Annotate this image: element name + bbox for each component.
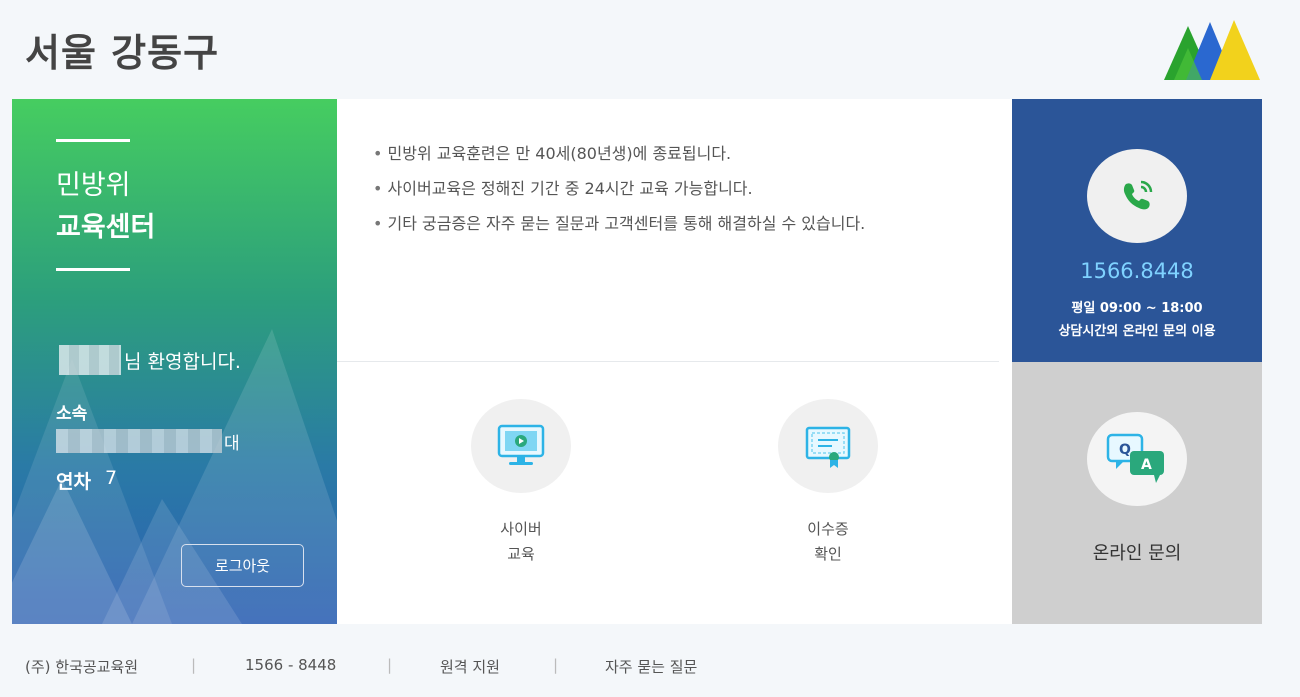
year-value: 7 — [105, 467, 118, 489]
cyber-education-icon-circle — [471, 399, 571, 493]
online-inquiry-label: 온라인 문의 — [1092, 543, 1182, 564]
mountain-logo-icon — [1164, 20, 1260, 80]
cyber-education-label-line1: 사이버 — [500, 520, 542, 538]
certificate-check-button[interactable]: 이수증 확인 — [768, 399, 888, 567]
notice-item: 민방위 교육훈련은 만 40세(80년생)에 종료됩니다. — [373, 143, 865, 178]
page-title: 서울 강동구 — [25, 31, 220, 75]
monitor-play-icon — [497, 424, 545, 465]
user-name-redacted — [59, 345, 121, 375]
call-center-hours: 평일 09:00 ~ 18:00 — [1071, 301, 1203, 316]
footer-faq-link[interactable]: 자주 묻는 질문 — [605, 656, 697, 677]
certificate-label: 이수증 확인 — [768, 517, 888, 567]
certificate-label-line1: 이수증 — [807, 520, 849, 538]
footer-phone-link[interactable]: 1566 - 8448 — [245, 656, 336, 674]
notice-item: 사이버교육은 정해진 기간 중 24시간 교육 가능합니다. — [373, 178, 865, 213]
certificate-icon — [805, 426, 851, 468]
qa-icon-circle: Q A — [1087, 412, 1187, 506]
center-title-line2: 교육센터 — [56, 212, 156, 243]
content-divider — [337, 361, 999, 362]
welcome-text: 님 환영합니다. — [124, 351, 241, 373]
year-label: 연차 — [56, 471, 91, 493]
call-center-panel: 1566.8448 평일 09:00 ~ 18:00 상담시간외 온라인 문의 … — [1012, 99, 1262, 362]
footer-remote-support-link[interactable]: 원격 지원 — [440, 656, 500, 677]
online-inquiry-button[interactable]: Q A 온라인 문의 — [1012, 362, 1262, 624]
svg-text:A: A — [1141, 457, 1152, 473]
qa-chat-icon: Q A — [1106, 433, 1164, 483]
cyber-education-button[interactable]: 사이버 교육 — [461, 399, 581, 567]
title-bottom-rule — [56, 268, 130, 271]
logout-button[interactable]: 로그아웃 — [181, 544, 304, 587]
footer-separator: | — [387, 656, 393, 674]
affiliation-label: 소속 — [56, 404, 88, 424]
footer-separator: | — [191, 656, 197, 674]
user-info-panel: 민방위 교육센터 님 환영합니다. 소속 대 연차 7 로그아웃 — [12, 99, 337, 624]
certificate-icon-circle — [778, 399, 878, 493]
cyber-education-label-line2: 교육 — [507, 545, 535, 563]
affiliation-suffix: 대 — [224, 434, 240, 454]
certificate-label-line2: 확인 — [814, 545, 842, 563]
footer-separator: | — [553, 656, 559, 674]
footer-company: (주) 한국공교육원 — [25, 658, 139, 676]
svg-text:Q: Q — [1119, 442, 1131, 458]
affiliation-redacted — [56, 429, 222, 453]
notice-list: 민방위 교육훈련은 만 40세(80년생)에 종료됩니다. 사이버교육은 정해진… — [373, 143, 866, 248]
cyber-education-label: 사이버 교육 — [461, 517, 581, 567]
title-top-rule — [56, 139, 130, 142]
phone-icon — [1123, 180, 1153, 210]
notice-item: 기타 궁금증은 자주 묻는 질문과 고객센터를 통해 해결하실 수 있습니다. — [373, 213, 866, 248]
call-center-number: 1566.8448 — [1080, 259, 1194, 283]
phone-icon-circle — [1087, 149, 1187, 243]
main-content-panel: 민방위 교육훈련은 만 40세(80년생)에 종료됩니다. 사이버교육은 정해진… — [337, 99, 1012, 624]
center-title-line1: 민방위 — [56, 170, 131, 201]
call-center-note: 상담시간외 온라인 문의 이용 — [1058, 324, 1216, 339]
